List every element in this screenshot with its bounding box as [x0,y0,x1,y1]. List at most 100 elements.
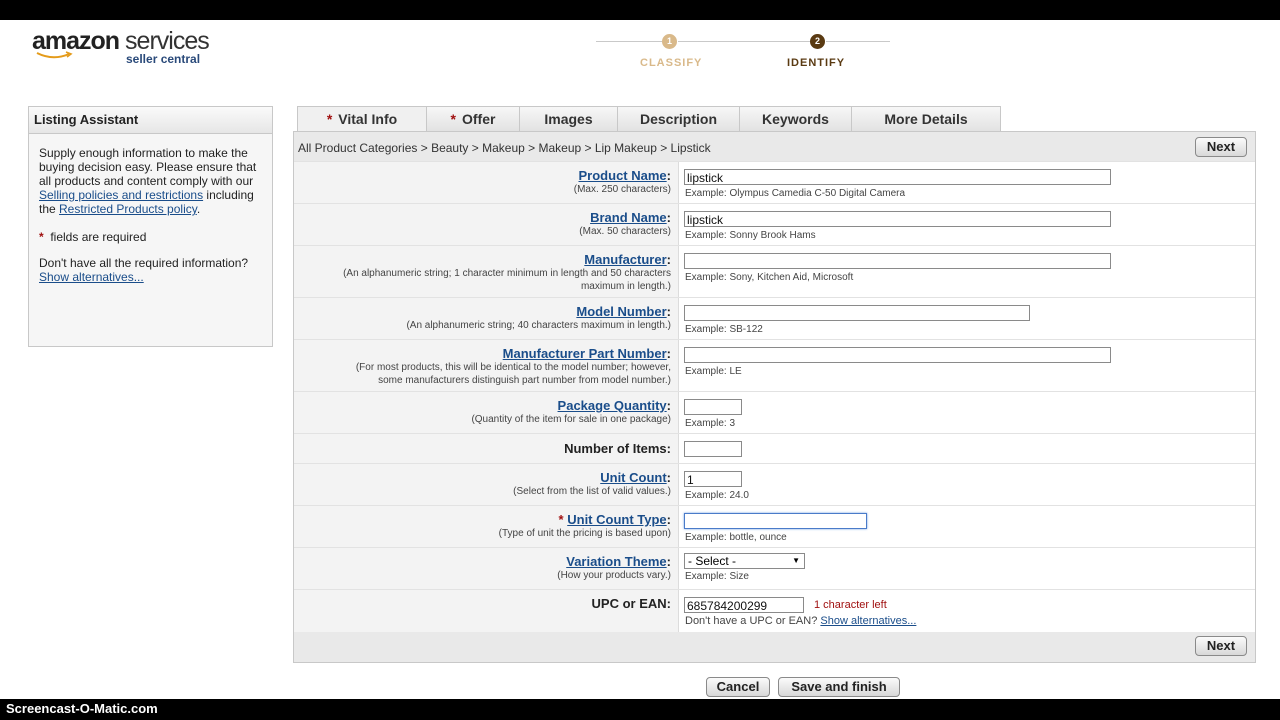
tab-label: More Details [884,111,968,127]
package-quantity-hint: (Quantity of the item for sale in one pa… [471,414,671,425]
manufacturer-label[interactable]: Manufacturer: [584,252,671,267]
required-star-icon: * [39,230,44,244]
top-bar [0,0,1280,20]
unit-count-type-example: Example: bottle, ounce [685,532,787,543]
required-star-icon: * [326,111,333,127]
show-alternatives-link[interactable]: Show alternatives... [39,270,144,284]
brand-name-example: Example: Sonny Brook Hams [685,230,816,241]
breadcrumb: All Product Categories > Beauty > Makeup… [298,141,711,155]
selling-policies-link[interactable]: Selling policies and restrictions [39,188,203,202]
progress-steps: 1 2 CLASSIFY IDENTIFY [596,33,890,73]
model-number-example: Example: SB-122 [685,324,763,335]
unit-count-label[interactable]: Unit Count: [600,470,671,485]
tab-images[interactable]: Images [519,106,618,131]
brand-name-label[interactable]: Brand Name: [590,210,671,225]
cancel-button[interactable]: Cancel [706,677,770,697]
product-name-hint: (Max. 250 characters) [573,184,671,195]
unit-count-input[interactable]: 1 [684,471,742,487]
mpn-hint: (For most products, this will be identic… [355,362,671,386]
tab-label: Images [544,111,593,127]
unit-count-row: Unit Count: (Select from the list of val… [294,463,1255,506]
mpn-example: Example: LE [685,366,742,377]
variation-theme-example: Example: Size [685,571,749,582]
tab-keywords[interactable]: Keywords [739,106,852,131]
manufacturer-example: Example: Sony, Kitchen Aid, Microsoft [685,272,854,283]
policy-text: Supply enough information to make the bu… [39,146,257,188]
upc-show-alternatives-link[interactable]: Show alternatives... [820,615,916,627]
unit-count-type-row: * Unit Count Type: (Type of unit the pri… [294,505,1255,548]
brand-name-input[interactable]: lipstick [684,211,1111,227]
unit-count-type-input[interactable] [684,513,867,529]
product-name-example: Example: Olympus Camedia C-50 Digital Ca… [685,188,906,199]
variation-theme-row: Variation Theme: (How your products vary… [294,547,1255,590]
tab-offer[interactable]: * Offer [426,106,520,131]
variation-theme-value: - Select - [688,554,737,568]
upc-label: UPC or EAN: [591,596,671,611]
mpn-label[interactable]: Manufacturer Part Number: [503,346,671,361]
no-upc-note: Don't have a UPC or EAN? Show alternativ… [685,615,917,627]
package-quantity-row: Package Quantity: (Quantity of the item … [294,391,1255,434]
restricted-products-link[interactable]: Restricted Products policy [59,202,197,216]
policy-paragraph: Supply enough information to make the bu… [39,146,262,216]
required-note: * fields are required [39,230,262,244]
package-quantity-input[interactable] [684,399,742,415]
step-identify-label: IDENTIFY [787,57,846,69]
smile-arrow-icon [36,51,73,59]
unit-count-type-hint: (Type of unit the pricing is based upon) [498,528,671,539]
amazon-services-logo[interactable]: amazon services seller central [32,28,210,66]
step-2-dot: 2 [810,34,825,49]
required-text: fields are required [50,230,147,244]
tab-vital-info[interactable]: * Vital Info [297,106,427,133]
logo-seller-central: seller central [126,52,201,66]
vital-info-panel: All Product Categories > Beauty > Makeup… [293,131,1256,663]
tab-more-details[interactable]: More Details [851,106,1001,131]
number-of-items-row: Number of Items: [294,433,1255,464]
number-of-items-label: Number of Items: [564,441,671,456]
listing-assistant-body: Supply enough information to make the bu… [29,134,272,296]
mpn-input[interactable] [684,347,1111,363]
step-1-dot: 1 [662,34,677,49]
next-button-bottom[interactable]: Next [1195,636,1247,656]
policy-text: . [196,202,201,216]
brand-name-row: Brand Name: (Max. 50 characters) lipstic… [294,203,1255,246]
product-name-input[interactable]: lipstick [684,169,1111,185]
tab-label: Description [639,111,717,127]
bottom-bar [0,699,1280,720]
save-and-finish-button[interactable]: Save and finish [778,677,900,697]
required-star-icon: * [558,512,564,527]
model-number-row: Model Number: (An alphanumeric string; 4… [294,297,1255,340]
tab-description[interactable]: Description [617,106,740,131]
listing-assistant-title: Listing Assistant [29,107,272,134]
upc-input[interactable]: 685784200299 [684,597,804,613]
step-classify-label: CLASSIFY [640,57,703,69]
upc-chars-left: 1 character left [814,599,887,611]
unit-count-hint: (Select from the list of valid values.) [513,486,671,497]
model-number-hint: (An alphanumeric string; 40 characters m… [406,320,671,331]
variation-theme-label[interactable]: Variation Theme: [566,554,671,569]
unit-count-example: Example: 24.0 [685,490,749,501]
step-line [678,41,810,42]
tab-label: Keywords [762,111,829,127]
model-number-input[interactable] [684,305,1030,321]
package-quantity-label[interactable]: Package Quantity: [558,398,671,413]
screencast-watermark: Screencast-O-Matic.com [6,701,158,716]
manufacturer-input[interactable] [684,253,1111,269]
number-of-items-input[interactable] [684,441,742,457]
step-line [596,41,662,42]
next-button-top[interactable]: Next [1195,137,1247,157]
dropdown-arrow-icon: ▼ [792,556,800,565]
manufacturer-hint: (An alphanumeric string; 1 character min… [343,268,671,292]
variation-theme-select[interactable]: - Select - ▼ [684,553,805,569]
model-number-label[interactable]: Model Number: [576,304,671,319]
tab-label: Vital Info [338,111,398,127]
product-name-label[interactable]: Product Name: [579,168,671,183]
manufacturer-row: Manufacturer: (An alphanumeric string; 1… [294,245,1255,298]
listing-assistant-panel: Listing Assistant Supply enough informat… [28,106,273,347]
package-quantity-example: Example: 3 [685,418,736,429]
required-star-icon: * [450,111,456,127]
variation-theme-hint: (How your products vary.) [557,570,671,581]
product-name-row: Product Name: (Max. 250 characters) lips… [294,161,1255,204]
tab-label: Offer [462,111,496,127]
brand-name-hint: (Max. 50 characters) [579,226,671,237]
unit-count-type-label[interactable]: * Unit Count Type: [559,512,671,527]
